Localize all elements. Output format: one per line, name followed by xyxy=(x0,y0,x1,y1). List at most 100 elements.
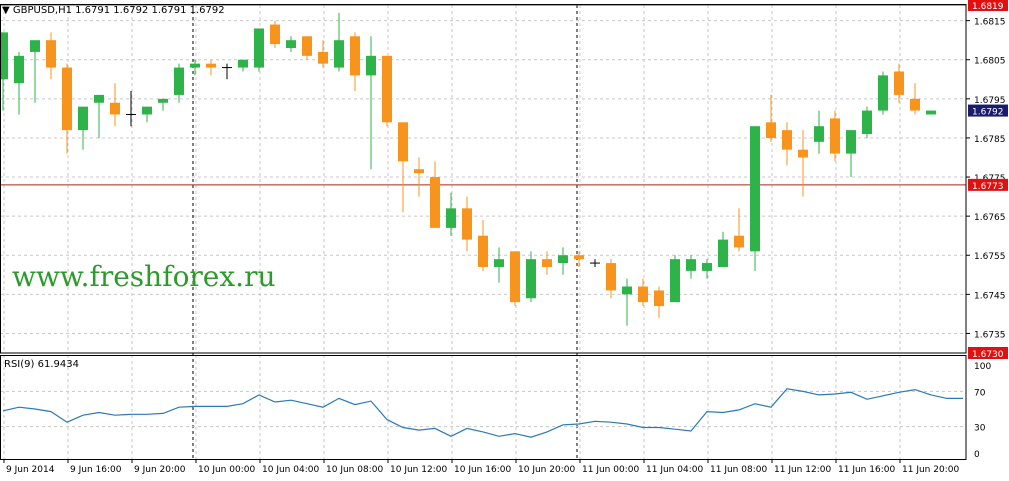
candle xyxy=(910,83,920,115)
candle xyxy=(542,251,552,275)
candle-body xyxy=(30,40,40,52)
candle-body xyxy=(574,255,584,260)
candle xyxy=(174,63,184,103)
time-tick-label: 11 Jun 04:00 xyxy=(646,465,703,475)
candle xyxy=(814,110,824,154)
candle xyxy=(494,247,504,283)
candle-body xyxy=(142,106,152,115)
time-tick-label: 11 Jun 00:00 xyxy=(582,465,639,475)
candle xyxy=(862,106,872,138)
candle xyxy=(238,59,248,72)
candle-body xyxy=(78,106,88,131)
candle-body xyxy=(46,40,56,68)
price-tag-top: 1.6819 xyxy=(972,2,1004,12)
price-tick-label: 1.6755 xyxy=(974,252,1006,262)
candle xyxy=(94,94,104,138)
rsi-series xyxy=(2,388,963,438)
time-tick-label: 11 Jun 16:00 xyxy=(838,465,895,475)
candle xyxy=(110,83,120,127)
rsi-tick-label: 0 xyxy=(974,450,980,460)
chart-canvas[interactable]: 1.68151.68051.67951.67851.67751.67651.67… xyxy=(0,0,1009,481)
candle-body xyxy=(286,40,296,49)
candle-body xyxy=(478,235,488,267)
time-tick-label: 11 Jun 20:00 xyxy=(902,465,959,475)
candle-body xyxy=(110,102,120,115)
candle-body xyxy=(462,208,472,240)
candle-body xyxy=(542,259,552,267)
candle-body xyxy=(734,235,744,248)
candle-body xyxy=(318,51,328,64)
candle-body xyxy=(0,32,8,80)
candle-body xyxy=(814,126,824,142)
candle-body xyxy=(622,286,632,295)
candle-body xyxy=(862,110,872,135)
symbol-header: ▼ GBPUSD,H1 1.6791 1.6792 1.6791 1.6792 xyxy=(2,5,225,16)
candle xyxy=(510,251,520,307)
candle xyxy=(782,122,792,166)
price-tick-label: 1.6745 xyxy=(974,291,1006,301)
candle xyxy=(590,259,600,267)
candle xyxy=(606,259,616,299)
candle-body xyxy=(830,118,840,154)
candle-body xyxy=(846,130,856,154)
candle-body xyxy=(878,75,888,111)
candle xyxy=(734,208,744,252)
candle xyxy=(270,20,280,49)
candle xyxy=(62,63,72,154)
candle xyxy=(286,36,296,52)
candle-body xyxy=(798,149,808,158)
candle-body xyxy=(334,40,344,68)
candle-body xyxy=(190,63,200,68)
candle xyxy=(142,106,152,123)
candle xyxy=(574,251,584,267)
candle-body xyxy=(414,169,424,174)
dropdown-triangle-icon[interactable]: ▼ xyxy=(2,5,10,16)
price-tick-label: 1.6765 xyxy=(974,213,1006,223)
candle xyxy=(718,231,728,267)
candle-body xyxy=(670,259,680,303)
candle xyxy=(430,161,440,228)
rsi-label: RSI(9) 61.9434 xyxy=(4,359,79,370)
candle-body xyxy=(350,36,360,76)
candle xyxy=(78,106,88,150)
time-tick-label: 10 Jun 04:00 xyxy=(262,465,319,475)
candle-body xyxy=(702,263,712,271)
price-tick-label: 1.6805 xyxy=(974,57,1006,67)
rsi-pane-frame xyxy=(0,355,967,460)
candle-body xyxy=(254,28,264,68)
candle-body xyxy=(494,259,504,267)
time-tick-label: 9 Jun 20:00 xyxy=(134,465,186,475)
candle xyxy=(46,32,56,80)
candle xyxy=(254,28,264,72)
time-tick-label: 11 Jun 08:00 xyxy=(710,465,767,475)
candle xyxy=(318,40,328,68)
candle xyxy=(158,98,168,111)
candle xyxy=(558,247,568,275)
candle-body xyxy=(510,251,520,303)
candle-body xyxy=(174,67,184,95)
candle xyxy=(622,278,632,326)
candle xyxy=(14,51,24,115)
candle xyxy=(830,110,840,162)
price-tag-bottom: 1.6730 xyxy=(972,350,1004,360)
candle xyxy=(766,94,776,142)
candle-body xyxy=(238,59,248,68)
rsi-tick-label: 100 xyxy=(974,362,991,372)
candle-body xyxy=(894,71,904,95)
candle-body xyxy=(206,63,216,68)
rsi-tick-label: 70 xyxy=(974,388,986,398)
candle-body xyxy=(398,122,408,162)
candle xyxy=(398,122,408,213)
candle xyxy=(686,255,696,279)
candle xyxy=(126,91,136,127)
candle xyxy=(366,36,376,170)
symbol-header-text: GBPUSD,H1 1.6791 1.6792 1.6791 1.6792 xyxy=(12,5,225,16)
time-tick-label: 9 Jun 16:00 xyxy=(70,465,122,475)
candle-body xyxy=(558,255,568,264)
price-tick-label: 1.6735 xyxy=(974,330,1006,340)
candle-body xyxy=(718,239,728,267)
candle xyxy=(894,63,904,103)
price-tag-level: 1.6773 xyxy=(972,182,1004,192)
candle xyxy=(190,59,200,76)
candle xyxy=(206,59,216,76)
